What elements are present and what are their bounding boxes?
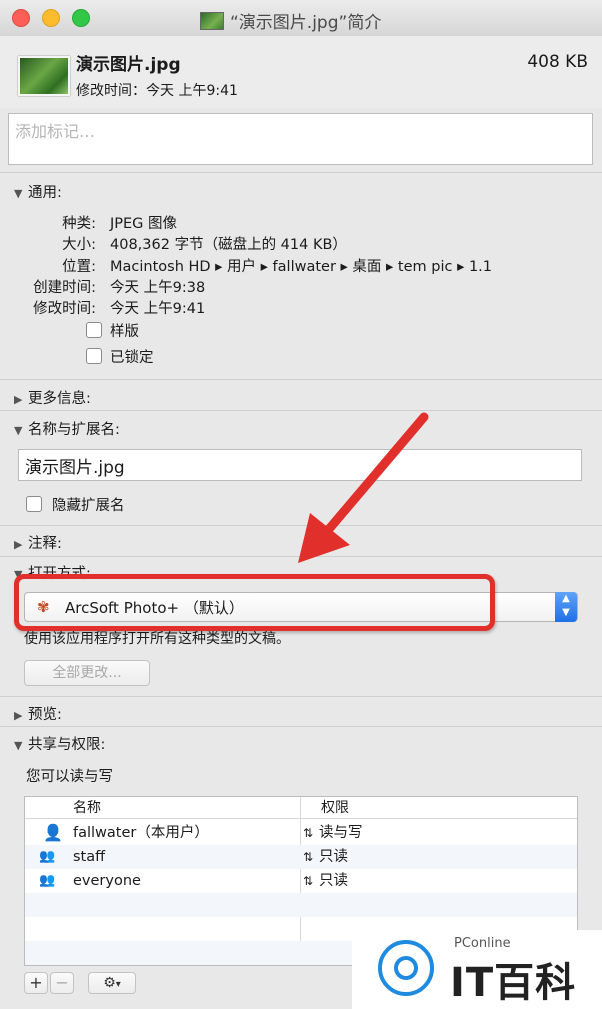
locked-label: 已锁定	[110, 350, 154, 366]
kind-value: JPEG 图像	[110, 216, 178, 232]
locked-checkbox[interactable]	[86, 348, 102, 364]
disclosure-closed-icon: ▶	[14, 393, 23, 406]
open-with-note: 使用该应用程序打开所有这种类型的文稿。	[24, 631, 290, 647]
updown-arrow-icon: ⇅	[303, 874, 314, 888]
window-title-wrap: “演示图片.jpg”简介	[200, 8, 381, 33]
table-row[interactable]: 👥 everyone ⇅ 只读	[25, 869, 577, 893]
everyone-icon: 👥	[39, 873, 56, 888]
section-preview-title: 预览:	[28, 707, 62, 723]
annotation-arrow	[298, 412, 429, 563]
updown-arrow-icon: ⇅	[303, 850, 314, 864]
group-icon: 👥	[39, 849, 56, 864]
stationery-label: 样版	[110, 324, 139, 340]
kind-label: 种类:	[62, 216, 96, 232]
modified-value: 今天 上午9:41	[110, 301, 206, 317]
window-title: “演示图片.jpg”简介	[230, 13, 382, 33]
disclosure-closed-icon: ▶	[14, 709, 23, 722]
section-general[interactable]: ▼ 通用:	[0, 181, 602, 202]
sharing-summary: 您可以读与写	[26, 769, 113, 785]
divider	[0, 379, 602, 380]
file-size: 408 KB	[527, 52, 588, 72]
table-row[interactable]: 👥 staff ⇅ 只读	[25, 845, 577, 869]
hide-extension-checkbox[interactable]	[26, 496, 42, 512]
created-value: 今天 上午9:38	[110, 280, 206, 296]
add-user-button[interactable]: +	[24, 972, 48, 994]
chevron-down-icon: ▾	[115, 979, 121, 990]
minimize-button[interactable]	[42, 9, 60, 27]
section-sharing-title: 共享与权限:	[28, 737, 106, 753]
file-thumbnail-icon	[200, 11, 224, 30]
modified-time: 修改时间：今天 上午9:41	[76, 83, 238, 99]
gear-icon: ⚙	[103, 975, 116, 991]
size-label: 大小:	[62, 237, 96, 253]
row-name: everyone	[73, 873, 141, 889]
pconline-logo-icon	[378, 940, 434, 996]
section-general-title: 通用:	[28, 185, 62, 201]
annotation-arrow-head	[298, 513, 350, 563]
close-button[interactable]	[12, 9, 30, 27]
zoom-button[interactable]	[72, 9, 90, 27]
section-comments-title: 注释:	[28, 536, 62, 552]
file-preview-icon	[18, 56, 70, 96]
section-sharing[interactable]: ▼ 共享与权限:	[0, 733, 602, 754]
table-row-empty	[25, 893, 577, 917]
row-privilege[interactable]: 读与写	[319, 821, 363, 845]
watermark: PConline IT百科	[352, 930, 602, 1009]
annotation-highlight-box	[14, 574, 495, 631]
modified-label: 修改时间:	[33, 301, 96, 317]
row-name: staff	[73, 849, 106, 865]
file-name: 演示图片.jpg	[76, 55, 181, 75]
disclosure-open-icon: ▼	[14, 187, 23, 200]
watermark-brand-small: PConline	[454, 936, 511, 951]
where-value: Macintosh HD ▸ 用户 ▸ fallwater ▸ 桌面 ▸ tem…	[110, 259, 493, 275]
disclosure-closed-icon: ▶	[14, 538, 23, 551]
row-privilege[interactable]: 只读	[319, 869, 348, 893]
section-preview[interactable]: ▶ 预览:	[0, 703, 602, 724]
tags-field[interactable]: 添加标记…	[8, 113, 593, 165]
disclosure-open-icon: ▼	[14, 739, 23, 752]
section-name-ext-title: 名称与扩展名:	[28, 422, 120, 438]
section-more-info-title: 更多信息:	[28, 391, 91, 407]
row-privilege[interactable]: 只读	[319, 845, 348, 869]
disclosure-open-icon: ▼	[14, 424, 23, 437]
action-menu-button[interactable]: ⚙▾	[88, 972, 136, 994]
annotation-arrow-shaft	[319, 412, 429, 540]
divider	[0, 726, 602, 727]
table-row[interactable]: 👤 fallwater（本用户） ⇅ 读与写	[25, 821, 577, 845]
created-label: 创建时间:	[33, 280, 96, 296]
hide-extension-label: 隐藏扩展名	[52, 498, 125, 514]
updown-arrow-icon: ⇅	[303, 826, 314, 840]
popup-stepper-icon: ▲ ▼	[555, 592, 577, 622]
column-privilege-header[interactable]: 权限	[301, 797, 577, 819]
stationery-checkbox[interactable]	[86, 322, 102, 338]
divider	[0, 696, 602, 697]
row-name: fallwater（本用户）	[73, 825, 209, 841]
change-all-button[interactable]: 全部更改...	[24, 660, 150, 686]
divider	[0, 172, 602, 173]
user-icon: 👤	[43, 823, 63, 842]
size-value: 408,362 字节（磁盘上的 414 KB）	[110, 237, 347, 253]
where-label: 位置:	[62, 259, 96, 275]
column-name-header[interactable]: 名称	[25, 797, 300, 819]
watermark-brand-text: IT百科	[450, 960, 577, 1006]
remove-user-button[interactable]: −	[50, 972, 74, 994]
